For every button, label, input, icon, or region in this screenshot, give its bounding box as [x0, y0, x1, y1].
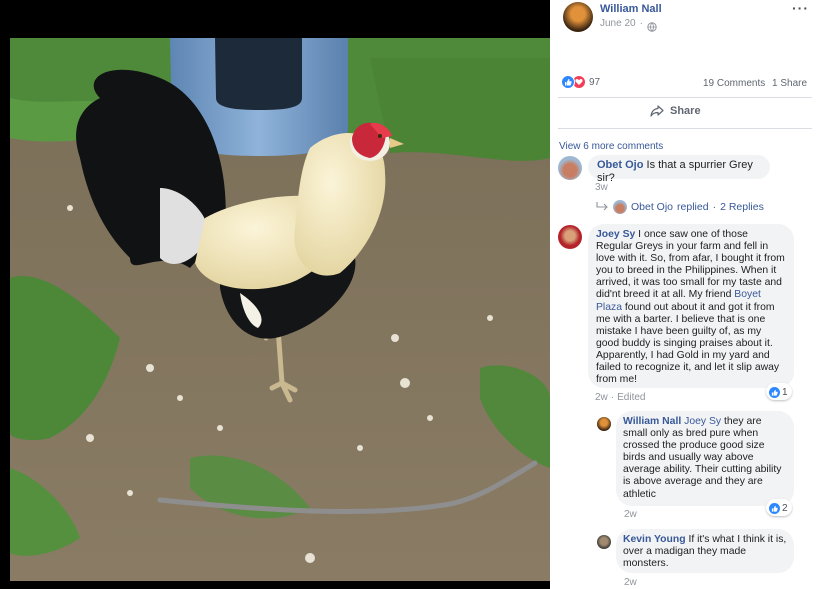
reply-count: 2 Replies	[720, 201, 764, 213]
post-side-panel: William Nall June 20 · ··· 97 19 Comment…	[550, 0, 820, 589]
post-photo-rooster[interactable]	[10, 38, 550, 581]
comments-count[interactable]: 19 Comments	[703, 78, 765, 89]
edited-label[interactable]: Edited	[617, 392, 645, 403]
divider	[558, 97, 812, 98]
like-count: 2	[782, 503, 788, 514]
reply-bubble: William Nall Joey Sy they are small only…	[616, 411, 794, 506]
view-more-comments-link[interactable]: View 6 more comments	[559, 141, 663, 152]
post-meta: June 20 ·	[600, 18, 657, 32]
comment-text: found out about it and got it from me wi…	[596, 301, 780, 386]
comment-author[interactable]: Obet Ojo	[597, 159, 643, 171]
reactions-count[interactable]: 97	[589, 77, 600, 88]
replier-avatar[interactable]	[597, 535, 611, 549]
replier-avatar[interactable]	[597, 417, 611, 431]
like-icon	[769, 503, 780, 514]
commenter-avatar[interactable]	[558, 225, 582, 249]
reply-like-badge[interactable]: 2	[766, 499, 792, 516]
globe-icon	[647, 19, 657, 32]
comment-bubble: Obet Ojo Is that a spurrier Grey sir?	[588, 155, 770, 184]
share-label: Share	[670, 105, 701, 117]
reply-time[interactable]: 2w	[624, 509, 637, 520]
comment-meta: 2w · Edited	[595, 392, 646, 403]
reply-author[interactable]: William Nall	[623, 416, 681, 427]
reply-text: they are small only as bred pure when cr…	[623, 416, 782, 500]
reactions[interactable]: 97	[561, 75, 600, 89]
divider	[558, 128, 812, 129]
shares-count[interactable]: 1 Share	[772, 78, 807, 89]
replier-avatar	[613, 200, 627, 214]
reply-author: Obet Ojo	[631, 201, 674, 213]
reply-time[interactable]: 2w	[624, 577, 637, 588]
share-button[interactable]: Share	[650, 105, 701, 117]
like-reaction-icon	[561, 75, 575, 89]
view-replies-link[interactable]: Obet Ojo replied · 2 Replies	[595, 200, 764, 214]
post-author-name[interactable]: William Nall	[600, 3, 662, 15]
like-count: 1	[782, 387, 788, 398]
comment-author[interactable]: Joey Sy	[596, 229, 635, 240]
reply-bubble: Kevin Young If it's what I think it is, …	[616, 529, 794, 573]
share-icon	[650, 105, 664, 117]
reply-mention[interactable]: Joey Sy	[684, 416, 721, 427]
more-options-icon[interactable]: ···	[792, 0, 809, 16]
comment-time[interactable]: 3w	[595, 182, 608, 193]
comment-time[interactable]: 2w	[595, 392, 608, 403]
comment-bubble: Joey Sy I once saw one of those Regular …	[588, 224, 794, 388]
author-avatar[interactable]	[563, 2, 593, 32]
reply-separator: ·	[712, 201, 717, 213]
post-date[interactable]: June 20	[600, 18, 636, 29]
photo-image	[10, 38, 550, 581]
reply-action: replied	[677, 201, 709, 213]
commenter-avatar[interactable]	[558, 156, 582, 180]
reply-author[interactable]: Kevin Young	[623, 534, 686, 545]
reply-arrow-icon	[595, 202, 609, 212]
comment-like-badge[interactable]: 1	[766, 383, 792, 400]
like-icon	[769, 387, 780, 398]
photo-viewer	[0, 0, 550, 589]
